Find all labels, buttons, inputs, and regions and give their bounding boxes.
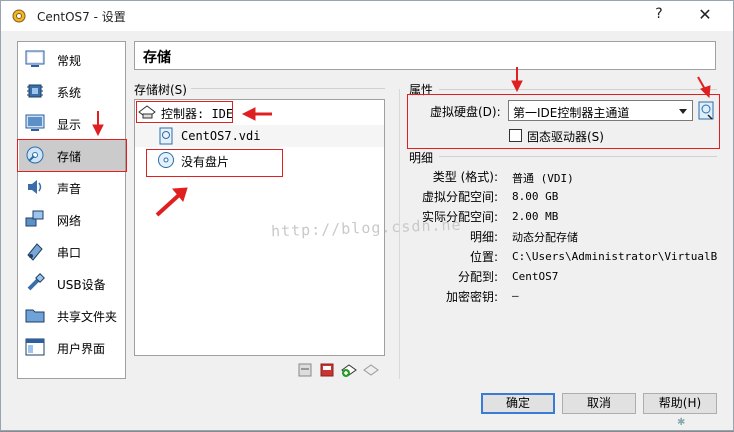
arrow-left-controller [241,107,272,121]
annotation-arrows [92,67,711,217]
arrow-down-disk-button [697,76,711,99]
settings-dialog: CentOS7 - 设置 ? ✕ 常规 系统 显示 存储 声音 网络 串口 US… [0,0,734,431]
corner-mark: ✱ [677,417,686,428]
arrow-down-storage [92,111,104,137]
arrow-down-attributes [511,67,523,93]
arrow-up-empty [155,187,188,217]
